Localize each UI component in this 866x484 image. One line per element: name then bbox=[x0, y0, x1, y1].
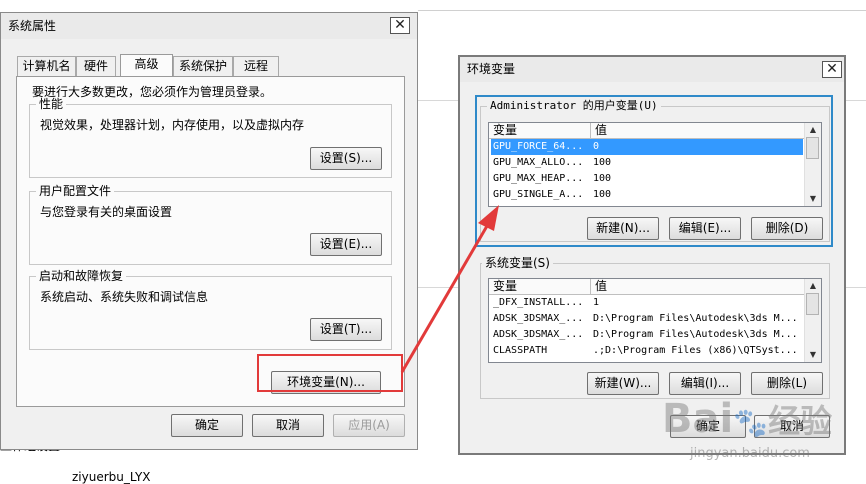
arrow-shaft bbox=[400, 225, 489, 373]
watermark-brand: Bai🐾经验 bbox=[662, 396, 833, 442]
watermark-url: jingyan.baidu.com bbox=[690, 446, 810, 461]
watermark-paw-icon: 🐾 bbox=[733, 406, 769, 439]
arrow-head-icon bbox=[478, 205, 499, 231]
